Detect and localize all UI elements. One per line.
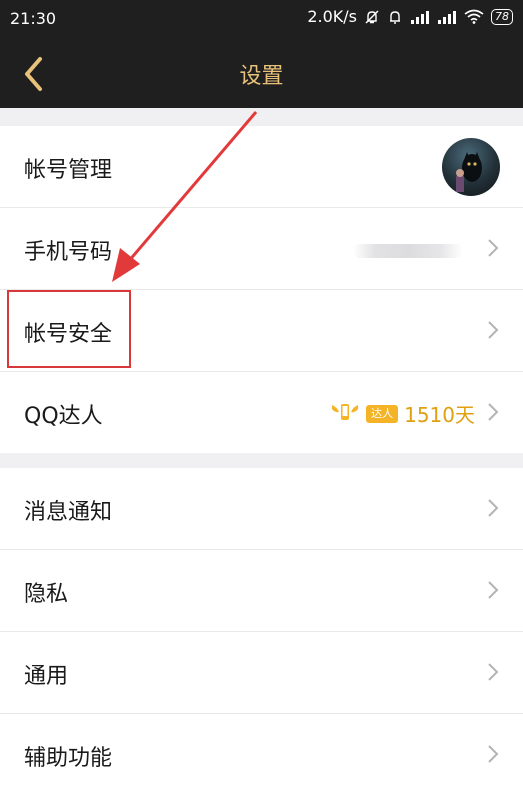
row-label: QQ达人: [24, 404, 103, 429]
talent-info: 达人 1510天: [330, 399, 475, 428]
chevron-right-icon: [487, 402, 499, 426]
row-general[interactable]: 通用: [0, 632, 523, 714]
status-bar: 21:30 2.0K/s 78: [0, 0, 523, 38]
row-qq-talent[interactable]: QQ达人 达人 1510天: [0, 372, 523, 453]
signal-icon-2: [437, 10, 457, 24]
row-notifications[interactable]: 消息通知: [0, 468, 523, 550]
net-speed: 2.0K/s: [307, 7, 357, 26]
row-privacy[interactable]: 隐私: [0, 550, 523, 632]
annotation-highlight-box: [7, 290, 131, 368]
row-label: 辅助功能: [24, 746, 113, 771]
row-label: 手机号码: [24, 240, 113, 265]
status-time: 21:30: [10, 9, 57, 28]
settings-group-general: 消息通知 隐私 通用 辅助功能: [0, 468, 523, 795]
status-icons: 2.0K/s 78: [307, 7, 513, 26]
avatar: [442, 138, 500, 196]
battery-icon: 78: [491, 8, 513, 25]
row-label: 消息通知: [24, 500, 113, 525]
chevron-right-icon: [487, 320, 499, 344]
row-phone-number[interactable]: 手机号码: [0, 208, 523, 290]
chevron-right-icon: [487, 580, 499, 604]
signal-icon: [410, 10, 430, 24]
page-title: 设置: [239, 64, 284, 89]
row-label: 帐号管理: [24, 158, 113, 183]
phone-number-blurred: [353, 244, 463, 258]
nav-bar: 设置: [0, 38, 523, 108]
chevron-right-icon: [487, 662, 499, 686]
chevron-right-icon: [487, 238, 499, 262]
row-account-management[interactable]: 帐号管理: [0, 126, 523, 208]
talent-days: 1510天: [404, 403, 475, 427]
talent-badge: 达人: [366, 404, 399, 423]
row-accessibility[interactable]: 辅助功能: [0, 714, 523, 795]
wing-phone-icon: [330, 401, 360, 427]
row-label: 通用: [24, 664, 69, 689]
row-label: 隐私: [24, 582, 69, 607]
bell-icon: [387, 9, 403, 25]
mute-alarm-icon: [364, 9, 380, 25]
chevron-right-icon: [487, 498, 499, 522]
wifi-icon: [464, 9, 484, 24]
